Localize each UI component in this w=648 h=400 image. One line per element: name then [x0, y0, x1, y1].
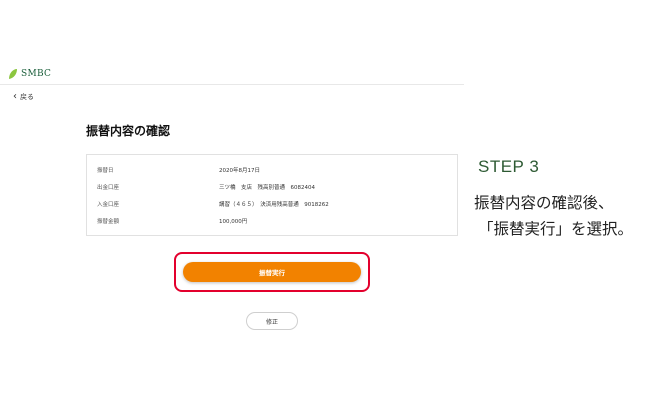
- execute-transfer-button[interactable]: 振替実行: [183, 262, 361, 282]
- back-link[interactable]: ‹ 戻る: [13, 92, 34, 102]
- detail-value: 2020年8月17日: [219, 168, 260, 174]
- detail-label: 入金口座: [97, 202, 120, 208]
- brand-name: SMBC: [21, 69, 52, 79]
- detail-label: 振替日: [97, 168, 114, 174]
- detail-label: 振替金額: [97, 219, 120, 225]
- detail-row-to-account: 入金口座 講習（４６５） 決済用残高普通 9018262: [97, 200, 447, 212]
- detail-value: 三ツ橋 支店 残高別普通 6082404: [219, 185, 315, 191]
- instruction-text: 振替内容の確認後、 「振替実行」を選択。: [474, 190, 633, 242]
- instruction-line-2: 「振替実行」を選択。: [478, 220, 634, 238]
- brand-logo: SMBC: [8, 68, 51, 80]
- detail-value: 講習（４６５） 決済用残高普通 9018262: [219, 202, 329, 208]
- instruction-line-1: 振替内容の確認後、: [474, 194, 614, 212]
- detail-row-from-account: 出金口座 三ツ橋 支店 残高別普通 6082404: [97, 183, 447, 195]
- page-title: 振替内容の確認: [86, 124, 171, 138]
- back-label: 戻る: [20, 93, 34, 101]
- detail-label: 出金口座: [97, 185, 120, 191]
- detail-row-date: 振替日 2020年8月17日: [97, 166, 447, 178]
- chevron-left-icon: ‹: [13, 91, 17, 102]
- step-label: STEP 3: [478, 157, 540, 176]
- detail-row-amount: 振替金額 100,000円: [97, 217, 447, 229]
- detail-value: 100,000円: [219, 219, 248, 225]
- header-divider: [0, 84, 464, 85]
- transfer-details-panel: 振替日 2020年8月17日 出金口座 三ツ橋 支店 残高別普通 6082404…: [86, 154, 458, 236]
- leaf-icon: [9, 69, 17, 79]
- fix-button[interactable]: 修正: [246, 312, 298, 330]
